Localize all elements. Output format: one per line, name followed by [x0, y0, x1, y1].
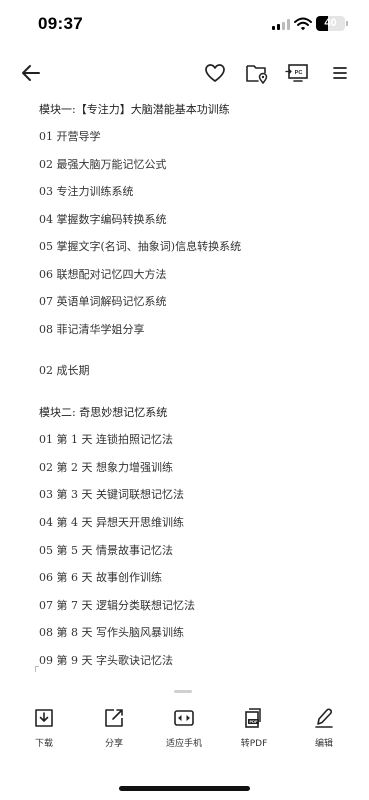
lesson-item: 01 开营导学	[39, 130, 101, 143]
back-button[interactable]	[18, 60, 44, 86]
lesson-item: 07 英语单词解码记忆系统	[39, 295, 167, 308]
cellular-signal-icon	[272, 19, 290, 30]
lesson-item: 06 第 6 天 故事创作训练	[39, 571, 162, 584]
module-heading: 模块一:【专注力】大脑潜能基本功训练	[39, 103, 230, 116]
lesson-item: 07 第 7 天 逻辑分类联想记忆法	[39, 599, 195, 612]
document-viewer[interactable]: 模块一:【专注力】大脑潜能基本功训练 01 开营导学 02 最强大脑万能记忆公式…	[0, 95, 369, 670]
lesson-item: 02 最强大脑万能记忆公式	[39, 158, 167, 171]
page-corner-mark	[35, 666, 39, 672]
bottom-toolbar: 下载 分享 适应手机 PDF 转PDF 编辑	[0, 704, 369, 756]
lesson-item: 09 第 9 天 字头歌诀记忆法	[39, 654, 173, 667]
download-label: 下载	[34, 739, 53, 749]
download-icon	[35, 709, 53, 727]
fit-phone-label: 适应手机	[165, 739, 202, 749]
fit-phone-button[interactable]: 适应手机	[154, 704, 214, 752]
lesson-item: 02 第 2 天 想象力增强训练	[39, 461, 173, 474]
convert-pdf-label: 转PDF	[240, 739, 268, 749]
pdf-icon: PDF	[245, 708, 261, 728]
cast-to-pc-button[interactable]: PC	[284, 60, 312, 86]
menu-icon	[333, 67, 347, 79]
status-bar: 09:37 40	[0, 0, 369, 52]
lesson-item: 01 第 1 天 连锁拍照记忆法	[39, 433, 173, 446]
share-label: 分享	[104, 739, 123, 749]
share-button[interactable]: 分享	[84, 704, 144, 752]
module-heading: 模块二: 奇思妙想记忆系统	[39, 406, 168, 419]
arrow-left-icon	[22, 65, 40, 81]
lesson-item: 04 掌握数字编码转换系统	[39, 213, 167, 226]
lesson-item: 03 第 3 天 关键词联想记忆法	[39, 488, 184, 501]
lesson-item: 03 专注力训练系统	[39, 185, 134, 198]
folder-location-icon	[246, 65, 268, 84]
wifi-icon	[294, 17, 312, 31]
lesson-item: 05 掌握文字(名词、抽象词)信息转换系统	[39, 240, 242, 253]
battery-icon: 40	[316, 16, 345, 31]
battery-nub	[346, 21, 348, 26]
pdf-badge: PDF	[250, 719, 259, 724]
heart-icon	[205, 64, 225, 82]
lesson-item: 04 第 4 天 异想天开思维训练	[39, 516, 184, 529]
share-icon	[105, 709, 123, 727]
home-indicator[interactable]	[119, 786, 250, 791]
toolbar-drag-handle[interactable]	[174, 690, 192, 693]
edit-button[interactable]: 编辑	[294, 704, 354, 752]
edit-label: 编辑	[314, 739, 333, 749]
top-nav-bar: PC	[0, 56, 369, 92]
status-time: 09:37	[38, 14, 83, 33]
pc-label: PC	[295, 70, 303, 76]
pc-screen-icon: PC	[285, 64, 308, 82]
lesson-item: 05 第 5 天 情景故事记忆法	[39, 544, 173, 557]
battery-level: 40	[324, 17, 337, 29]
fit-phone-icon	[174, 710, 194, 726]
convert-pdf-button[interactable]: PDF 转PDF	[224, 704, 284, 752]
save-to-folder-button[interactable]	[244, 60, 270, 86]
download-button[interactable]: 下载	[14, 704, 74, 752]
lesson-item: 08 菲记清华学姐分享	[39, 323, 145, 336]
lesson-item: 08 第 8 天 写作头脑风暴训练	[39, 626, 184, 639]
section-heading: 02 成长期	[39, 364, 90, 377]
favorite-button[interactable]	[202, 60, 228, 86]
lesson-item: 06 联想配对记忆四大方法	[39, 268, 167, 281]
more-menu-button[interactable]	[327, 60, 353, 86]
edit-pen-icon	[315, 708, 333, 728]
